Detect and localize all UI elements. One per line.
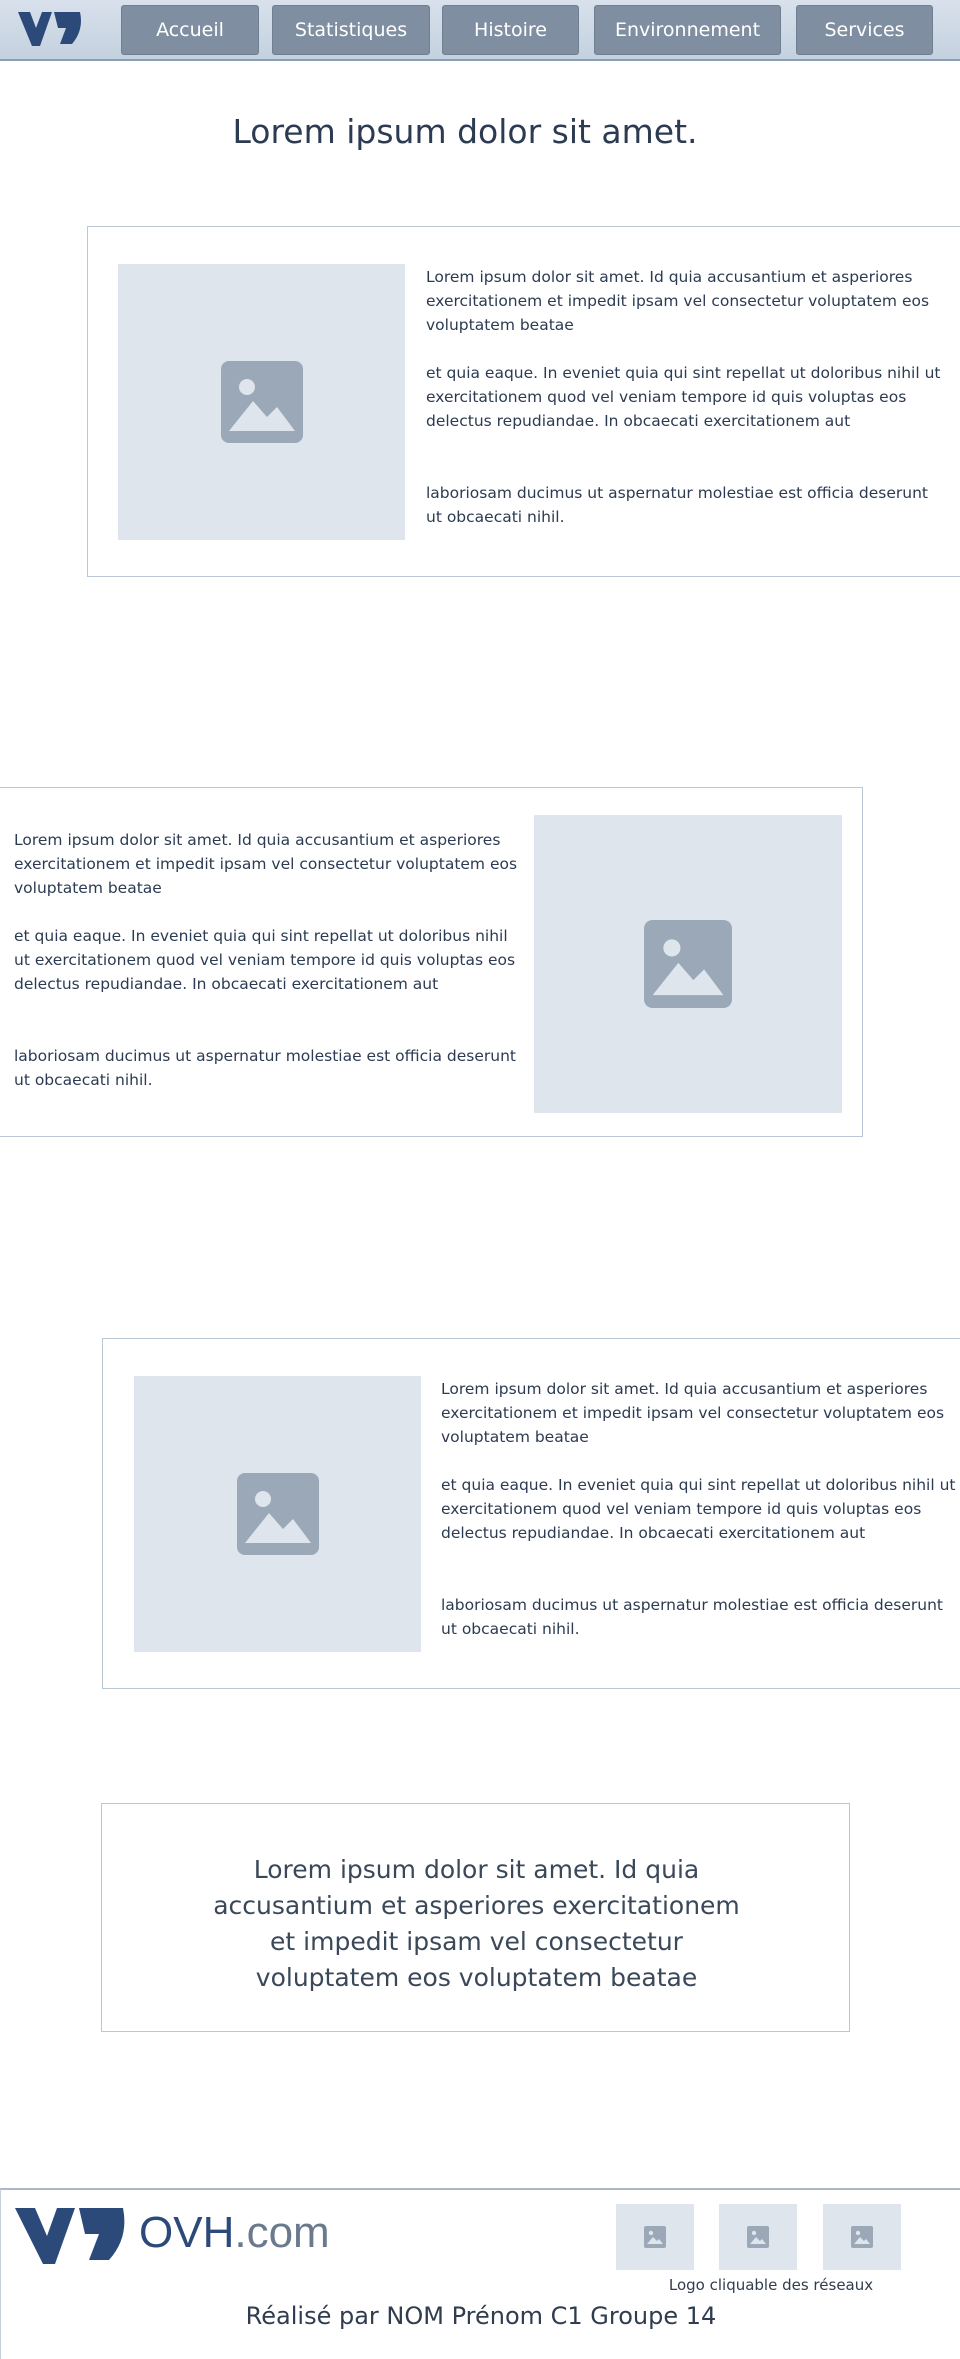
content-card-1: Lorem ipsum dolor sit amet. Id quia accu… bbox=[87, 226, 960, 577]
image-placeholder-icon bbox=[851, 2226, 873, 2248]
ovh-logo-icon[interactable] bbox=[13, 2198, 129, 2268]
site-header: Accueil Statistiques Histoire Environnem… bbox=[0, 0, 960, 61]
brand-wordmark: OVH.com bbox=[139, 2208, 330, 2258]
social-link-3[interactable] bbox=[823, 2204, 901, 2270]
image-placeholder-icon bbox=[644, 920, 732, 1008]
image-placeholder bbox=[534, 815, 842, 1113]
nav-accueil[interactable]: Accueil bbox=[121, 5, 259, 55]
content-card-2: Lorem ipsum dolor sit amet. Id quia accu… bbox=[0, 787, 863, 1137]
ovh-logo-icon[interactable] bbox=[14, 6, 84, 50]
social-caption: Logo cliquable des réseaux bbox=[668, 2276, 874, 2294]
social-link-2[interactable] bbox=[719, 2204, 797, 2270]
nav-services[interactable]: Services bbox=[796, 5, 933, 55]
card-text: Lorem ipsum dolor sit amet. Id quia accu… bbox=[14, 828, 519, 1092]
image-placeholder bbox=[134, 1376, 421, 1652]
image-placeholder-icon bbox=[220, 361, 303, 443]
nav-statistiques[interactable]: Statistiques bbox=[272, 5, 430, 55]
image-placeholder-icon bbox=[644, 2226, 666, 2248]
paragraph: laboriosam ducimus ut aspernatur molesti… bbox=[14, 1047, 516, 1089]
credits: Réalisé par NOM Prénom C1 Groupe 14 bbox=[245, 2302, 717, 2330]
paragraph: Lorem ipsum dolor sit amet. Id quia accu… bbox=[441, 1380, 945, 1446]
brand-suffix: .com bbox=[234, 2208, 330, 2257]
nav-histoire[interactable]: Histoire bbox=[442, 5, 579, 55]
paragraph: laboriosam ducimus ut aspernatur molesti… bbox=[441, 1596, 943, 1638]
site-footer: OVH.com Logo cliquable des réseaux Réali… bbox=[0, 2188, 960, 2359]
paragraph: Lorem ipsum dolor sit amet. Id quia accu… bbox=[14, 831, 518, 897]
card-text: Lorem ipsum dolor sit amet. Id quia accu… bbox=[441, 1377, 960, 1641]
social-link-1[interactable] bbox=[616, 2204, 694, 2270]
quote-box: Lorem ipsum dolor sit amet. Id quia accu… bbox=[101, 1803, 850, 2032]
paragraph: et quia eaque. In eveniet quia qui sint … bbox=[441, 1476, 956, 1542]
paragraph: laboriosam ducimus ut aspernatur molesti… bbox=[426, 484, 928, 526]
content-card-3: Lorem ipsum dolor sit amet. Id quia accu… bbox=[102, 1338, 960, 1689]
image-placeholder bbox=[118, 264, 405, 540]
image-placeholder-icon bbox=[747, 2226, 769, 2248]
card-text: Lorem ipsum dolor sit amet. Id quia accu… bbox=[426, 265, 946, 529]
image-placeholder-icon bbox=[236, 1473, 319, 1555]
page-title: Lorem ipsum dolor sit amet. bbox=[232, 112, 698, 151]
brand-name: OVH bbox=[139, 2208, 235, 2257]
paragraph: Lorem ipsum dolor sit amet. Id quia accu… bbox=[426, 268, 930, 334]
quote-text: Lorem ipsum dolor sit amet. Id quia accu… bbox=[213, 1855, 740, 1992]
nav-environnement[interactable]: Environnement bbox=[594, 5, 781, 55]
paragraph: et quia eaque. In eveniet quia qui sint … bbox=[426, 364, 941, 430]
paragraph: et quia eaque. In eveniet quia qui sint … bbox=[14, 927, 516, 993]
